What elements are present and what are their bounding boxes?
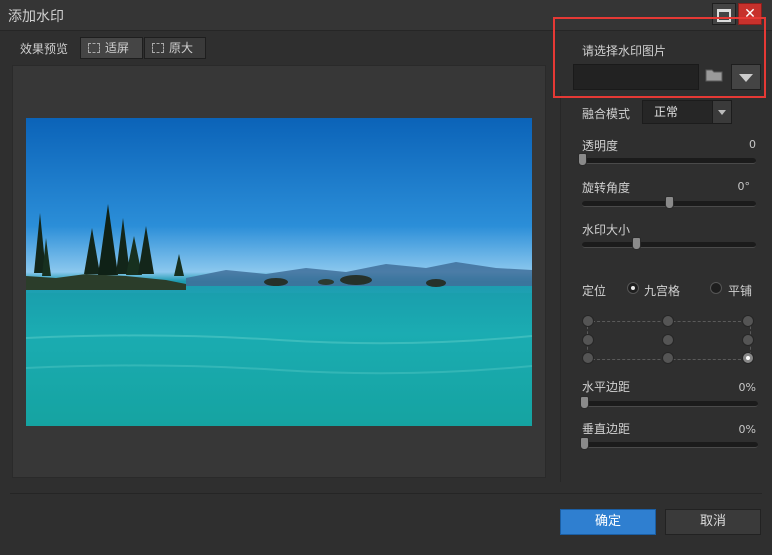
grid-dot-middle-left[interactable] xyxy=(582,334,594,346)
positioning-label: 定位 xyxy=(582,284,607,298)
radio-tile-label: 平铺 xyxy=(728,284,753,298)
h-margin-slider[interactable] xyxy=(580,396,758,409)
h-margin-slider-thumb[interactable] xyxy=(580,396,589,409)
opacity-label: 透明度 xyxy=(582,139,619,153)
watermark-size-slider[interactable] xyxy=(582,237,756,250)
h-margin-value: 0% xyxy=(738,381,756,394)
ok-button[interactable]: 确定 xyxy=(560,509,656,535)
highlight-box xyxy=(553,17,766,98)
grid-dot-top-center[interactable] xyxy=(662,315,674,327)
tab-fit-screen-label: 适屏 xyxy=(105,41,130,55)
fit-screen-icon xyxy=(88,43,100,53)
v-margin-slider[interactable] xyxy=(580,437,758,450)
opacity-value: 0 xyxy=(749,138,756,151)
v-margin-slider-thumb[interactable] xyxy=(580,437,589,450)
preview-label: 效果预览 xyxy=(20,42,69,56)
cancel-button[interactable]: 取消 xyxy=(665,509,761,535)
grid-dot-bottom-left[interactable] xyxy=(582,352,594,364)
v-margin-label: 垂直边距 xyxy=(582,422,631,436)
rotation-slider[interactable] xyxy=(582,196,756,209)
opacity-slider[interactable] xyxy=(578,153,756,166)
rotation-value: 0° xyxy=(737,180,751,193)
window-title: 添加水印 xyxy=(8,9,64,25)
grid-dot-top-left[interactable] xyxy=(582,315,594,327)
grid-dot-middle-right[interactable] xyxy=(742,334,754,346)
original-size-icon xyxy=(152,43,164,53)
watermark-size-label: 水印大小 xyxy=(582,223,631,237)
footer-divider xyxy=(10,493,762,494)
rotation-label: 旋转角度 xyxy=(582,181,631,195)
tab-original-size[interactable]: 原大 xyxy=(144,37,206,59)
v-margin-value: 0% xyxy=(738,423,756,436)
panel-divider xyxy=(560,92,561,482)
watermark-size-slider-thumb[interactable] xyxy=(631,237,641,250)
blend-mode-value: 正常 xyxy=(654,105,679,119)
preview-image xyxy=(26,118,532,426)
rotation-slider-thumb[interactable] xyxy=(665,196,674,209)
h-margin-label: 水平边距 xyxy=(582,380,631,394)
radio-nine-grid-label: 九宫格 xyxy=(644,284,681,298)
opacity-slider-thumb[interactable] xyxy=(578,153,587,166)
radio-tile[interactable] xyxy=(710,282,722,294)
grid-dot-middle-center[interactable] xyxy=(662,334,674,346)
blend-mode-select[interactable]: 正常 xyxy=(642,100,732,124)
chevron-down-icon xyxy=(712,101,731,123)
blend-mode-label: 融合模式 xyxy=(582,107,631,121)
grid-dot-bottom-right[interactable] xyxy=(742,352,754,364)
grid-dot-top-right[interactable] xyxy=(742,315,754,327)
tab-original-size-label: 原大 xyxy=(169,41,194,55)
grid-dot-bottom-center[interactable] xyxy=(662,352,674,364)
radio-nine-grid[interactable] xyxy=(627,282,639,294)
tab-fit-screen[interactable]: 适屏 xyxy=(80,37,143,59)
